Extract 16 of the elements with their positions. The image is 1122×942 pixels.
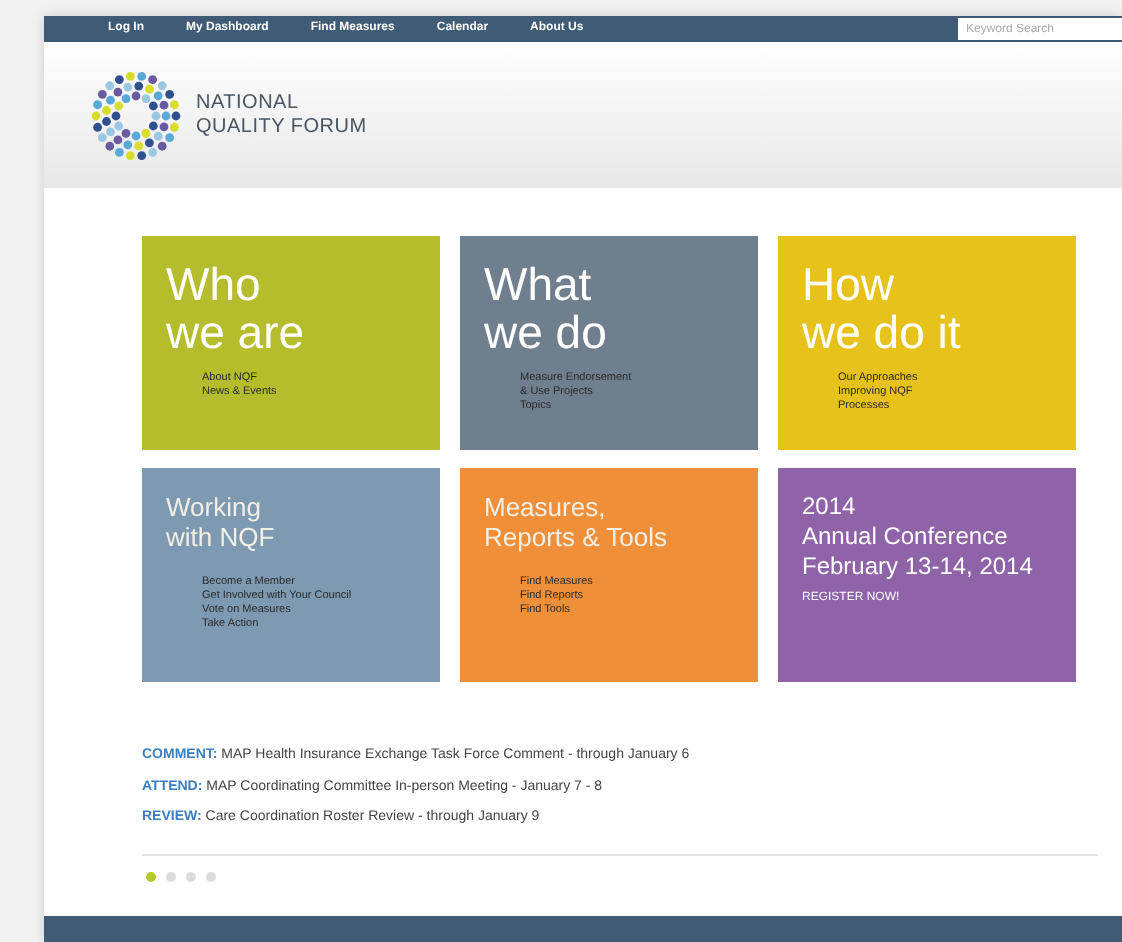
logo-text: NATIONAL [196,91,301,115]
tile-title: Measures, [484,492,608,522]
tile-title: we are [166,308,307,356]
tile-title: February 13-14, 2014 [802,552,1035,582]
logo-text: QUALITY FORUM [196,115,367,139]
tile-title: we do [484,308,609,356]
tile-title: with NQF [166,522,277,552]
tile-title: Reports & Tools [484,522,670,552]
tile-title: Annual Conference [802,522,1010,552]
tile-title: How [802,260,897,308]
tile-title: 2014 [802,492,858,522]
logo-icon [88,71,184,159]
tile-title: we do it [802,308,963,356]
tile-title: Working [166,492,263,522]
tile-title: What [484,260,594,308]
tile-title: Who [166,260,263,308]
